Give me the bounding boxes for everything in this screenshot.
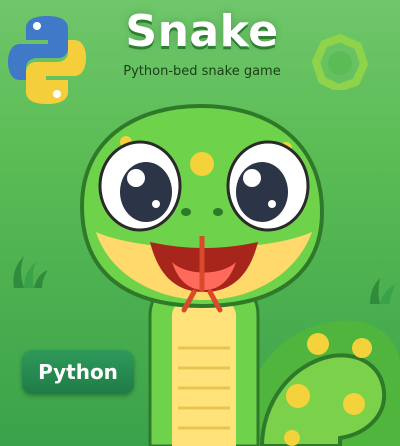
grass-icon: [13, 256, 48, 288]
ring-icon: [312, 34, 368, 90]
splash-screen: Snake Python-bed snake game Python: [0, 0, 400, 446]
app-subtitle: Python-bed snake game: [123, 64, 281, 79]
python-badge: Python: [22, 350, 134, 394]
grass-icon: [370, 278, 396, 304]
app-title: Snake: [125, 6, 279, 57]
